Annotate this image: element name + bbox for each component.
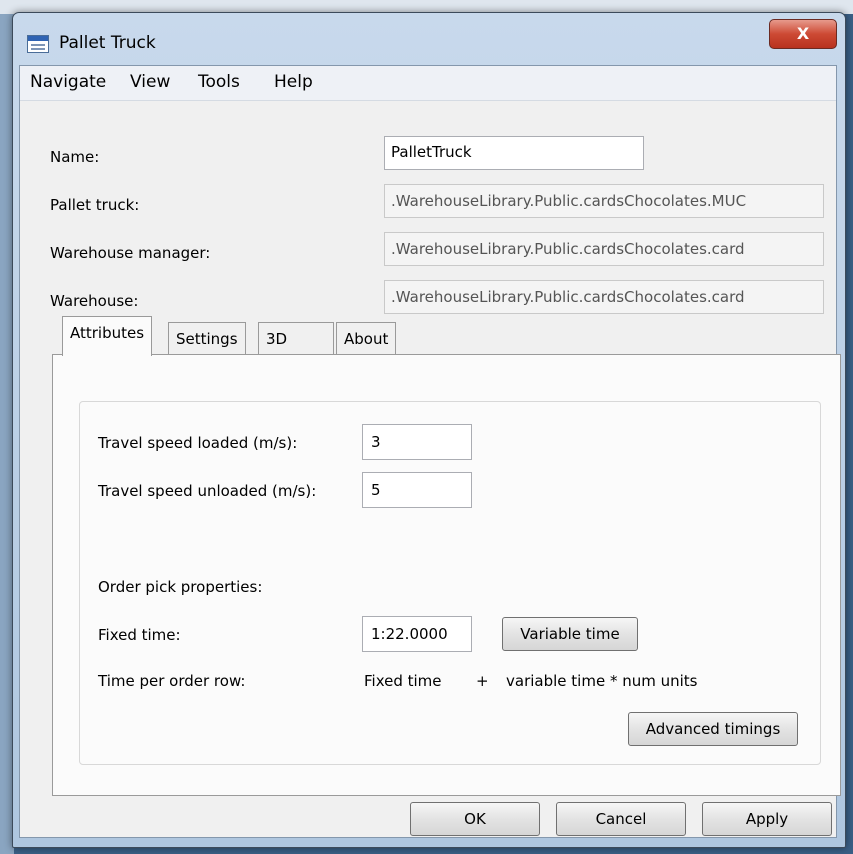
name-input[interactable]: PalletTruck <box>384 136 644 170</box>
attributes-tab-panel: Travel speed loaded (m/s): 3 Travel spee… <box>52 354 841 796</box>
menu-tools[interactable]: Tools <box>194 72 244 92</box>
fixed-time-label: Fixed time: <box>98 626 181 644</box>
attributes-group-box: Travel speed loaded (m/s): 3 Travel spee… <box>79 401 821 765</box>
tab-settings[interactable]: Settings <box>168 322 246 356</box>
cancel-button[interactable]: Cancel <box>556 802 686 836</box>
variable-time-button[interactable]: Variable time <box>502 617 638 651</box>
pallet-truck-label: Pallet truck: <box>50 196 140 214</box>
ok-button[interactable]: OK <box>410 802 540 836</box>
speed-loaded-input[interactable]: 3 <box>362 424 472 460</box>
name-label: Name: <box>50 148 100 166</box>
tab-3d[interactable]: 3D <box>258 322 334 356</box>
dialog-client-area: Navigate View Tools Help Name: PalletTru… <box>19 65 841 838</box>
warehouse-label: Warehouse: <box>50 292 139 310</box>
menu-help[interactable]: Help <box>270 72 317 92</box>
time-per-order-row-label: Time per order row: <box>98 672 246 690</box>
apply-button[interactable]: Apply <box>702 802 832 836</box>
menu-view[interactable]: View <box>126 72 174 92</box>
menu-navigate[interactable]: Navigate <box>26 72 110 92</box>
close-button[interactable]: X <box>769 19 837 49</box>
formula-fixed-time-text: Fixed time <box>364 672 442 690</box>
fixed-time-input[interactable]: 1:22.0000 <box>362 616 472 652</box>
speed-unloaded-input[interactable]: 5 <box>362 472 472 508</box>
menu-bar: Navigate View Tools Help <box>20 66 836 101</box>
pallet-truck-field[interactable]: .WarehouseLibrary.Public.cardsChocolates… <box>384 184 824 218</box>
formula-variable-time-text: variable time * num units <box>506 672 698 690</box>
order-pick-properties-label: Order pick properties: <box>98 578 263 596</box>
warehouse-manager-label: Warehouse manager: <box>50 244 211 262</box>
speed-unloaded-label: Travel speed unloaded (m/s): <box>98 482 317 500</box>
tab-about[interactable]: About <box>336 322 397 356</box>
formula-plus-text: + <box>476 672 489 690</box>
window-app-icon <box>27 35 49 53</box>
tab-attributes[interactable]: Attributes <box>62 316 153 356</box>
title-bar[interactable]: Pallet Truck X <box>13 13 845 61</box>
advanced-timings-button[interactable]: Advanced timings <box>628 712 798 746</box>
warehouse-manager-field[interactable]: .WarehouseLibrary.Public.cardsChocolates… <box>384 232 824 266</box>
window-title: Pallet Truck <box>59 33 156 53</box>
warehouse-field[interactable]: .WarehouseLibrary.Public.cardsChocolates… <box>384 280 824 314</box>
pallet-truck-dialog: Pallet Truck X Navigate View Tools Help … <box>12 12 846 848</box>
speed-loaded-label: Travel speed loaded (m/s): <box>98 434 298 452</box>
